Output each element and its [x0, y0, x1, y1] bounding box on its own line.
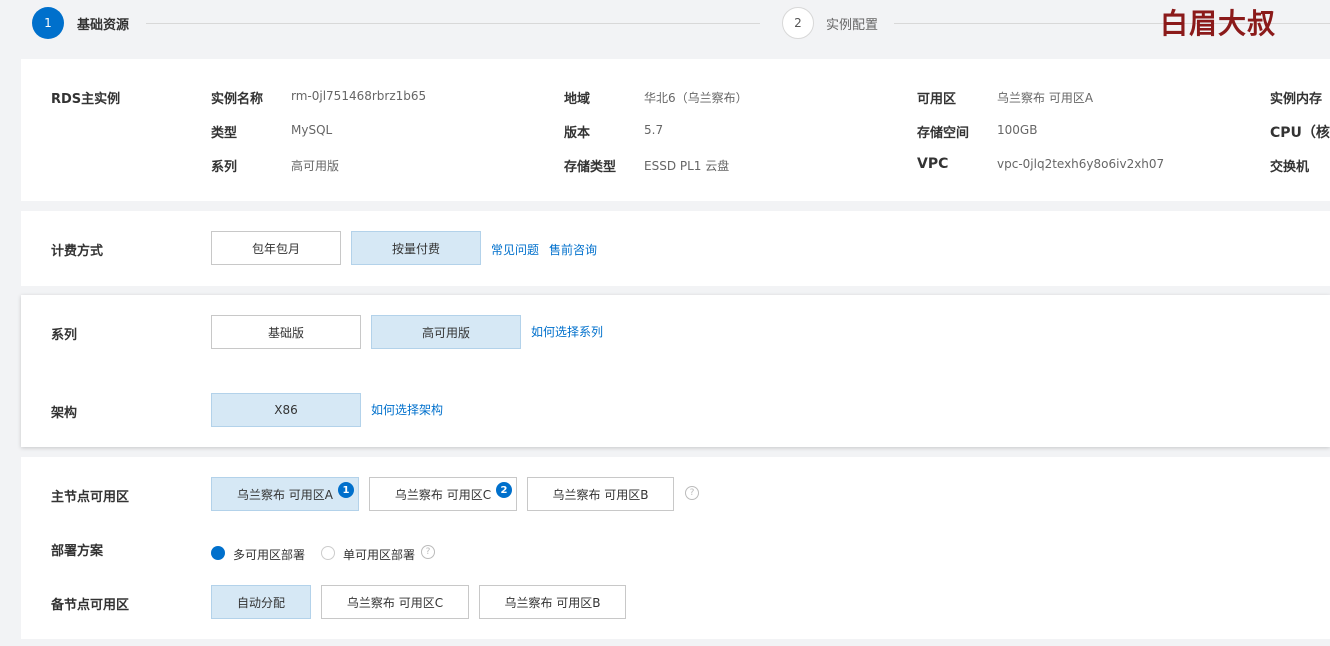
deploy-single-zone-label[interactable]: 单可用区部署	[343, 546, 415, 563]
backup-zone-option-b[interactable]: 乌兰察布 可用区B	[479, 585, 626, 619]
region-value: 华北6（乌兰察布）	[644, 91, 748, 105]
instance-name-value: rm-0jl751468rbrz1b65	[291, 89, 427, 103]
billing-option-subscription[interactable]: 包年包月	[211, 231, 341, 265]
watermark: 白眉大叔	[1160, 7, 1277, 40]
version-value: 5.7	[644, 123, 664, 137]
rds-section-title: RDS主实例	[51, 92, 121, 107]
arch-option-x86[interactable]: X86	[211, 393, 361, 427]
step-divider	[146, 23, 760, 24]
billing-card: 计费方式 包年包月 按量付费 常见问题 售前咨询	[21, 211, 1330, 286]
billing-title: 计费方式	[51, 244, 104, 259]
storage-type-value: ESSD PL1 云盘	[644, 159, 730, 173]
primary-zone-option-a-label: 乌兰察布 可用区A	[236, 487, 334, 502]
zone-a-badge: 1	[338, 482, 354, 498]
zone-label: 可用区	[917, 92, 957, 107]
primary-zone-title: 主节点可用区	[51, 490, 130, 505]
wizard-steps: 1 基础资源 2 实例配置 白眉大叔	[0, 0, 1330, 46]
series-option-basic[interactable]: 基础版	[211, 315, 361, 349]
version-label: 版本	[564, 126, 591, 141]
step-1-indicator[interactable]: 1	[32, 7, 64, 39]
series-value: 高可用版	[291, 159, 340, 173]
vpc-value: vpc-0jlq2texh6y8o6iv2xh07	[997, 157, 1165, 171]
backup-zone-option-c[interactable]: 乌兰察布 可用区C	[321, 585, 469, 619]
step-2-label[interactable]: 实例配置	[826, 14, 878, 33]
series-title: 系列	[51, 328, 78, 343]
backup-zone-title: 备节点可用区	[51, 598, 130, 613]
vpc-label: VPC	[917, 156, 949, 172]
backup-zone-option-auto[interactable]: 自动分配	[211, 585, 311, 619]
choose-series-link[interactable]: 如何选择系列	[531, 323, 603, 340]
zone-card: 主节点可用区 乌兰察布 可用区A 1 乌兰察布 可用区C 2 乌兰察布 可用区B…	[21, 457, 1330, 639]
storage-value: 100GB	[997, 123, 1038, 137]
deploy-title: 部署方案	[51, 544, 104, 559]
help-icon[interactable]: ?	[685, 486, 699, 500]
help-icon[interactable]: ?	[421, 545, 435, 559]
type-label: 类型	[211, 126, 238, 141]
faq-link[interactable]: 常见问题	[491, 241, 539, 258]
primary-zone-option-a[interactable]: 乌兰察布 可用区A	[211, 477, 359, 511]
storage-label: 存储空间	[917, 126, 970, 141]
primary-zone-option-b[interactable]: 乌兰察布 可用区B	[527, 477, 674, 511]
switch-label: 交换机	[1270, 160, 1310, 175]
memory-label: 实例内存	[1270, 92, 1323, 107]
deploy-multi-zone-radio[interactable]	[211, 546, 225, 560]
step-1-label[interactable]: 基础资源	[77, 14, 129, 33]
presales-consult-link[interactable]: 售前咨询	[549, 241, 597, 258]
zone-value: 乌兰察布 可用区A	[997, 91, 1094, 105]
deploy-multi-zone-label[interactable]: 多可用区部署	[233, 546, 305, 563]
series-arch-card: 系列 基础版 高可用版 如何选择系列 架构 X86 如何选择架构	[21, 295, 1330, 447]
region-label: 地域	[564, 92, 591, 107]
primary-zone-option-c[interactable]: 乌兰察布 可用区C	[369, 477, 517, 511]
series-option-high-availability[interactable]: 高可用版	[371, 315, 521, 349]
billing-option-pay-as-you-go[interactable]: 按量付费	[351, 231, 481, 265]
rds-instance-card: RDS主实例 实例名称 rm-0jl751468rbrz1b65 地域 华北6（…	[21, 59, 1330, 201]
series-label: 系列	[211, 160, 238, 175]
arch-title: 架构	[51, 406, 78, 421]
instance-name-label: 实例名称	[211, 92, 264, 107]
primary-zone-option-b-label: 乌兰察布 可用区B	[552, 487, 649, 502]
choose-arch-link[interactable]: 如何选择架构	[371, 401, 443, 418]
primary-zone-option-c-label: 乌兰察布 可用区C	[394, 487, 492, 502]
type-value: MySQL	[291, 123, 333, 137]
zone-c-badge: 2	[496, 482, 512, 498]
cpu-label: CPU（核）	[1270, 125, 1330, 141]
storage-type-label: 存储类型	[564, 160, 617, 175]
step-2-indicator[interactable]: 2	[782, 7, 814, 39]
deploy-single-zone-radio[interactable]	[321, 546, 335, 560]
